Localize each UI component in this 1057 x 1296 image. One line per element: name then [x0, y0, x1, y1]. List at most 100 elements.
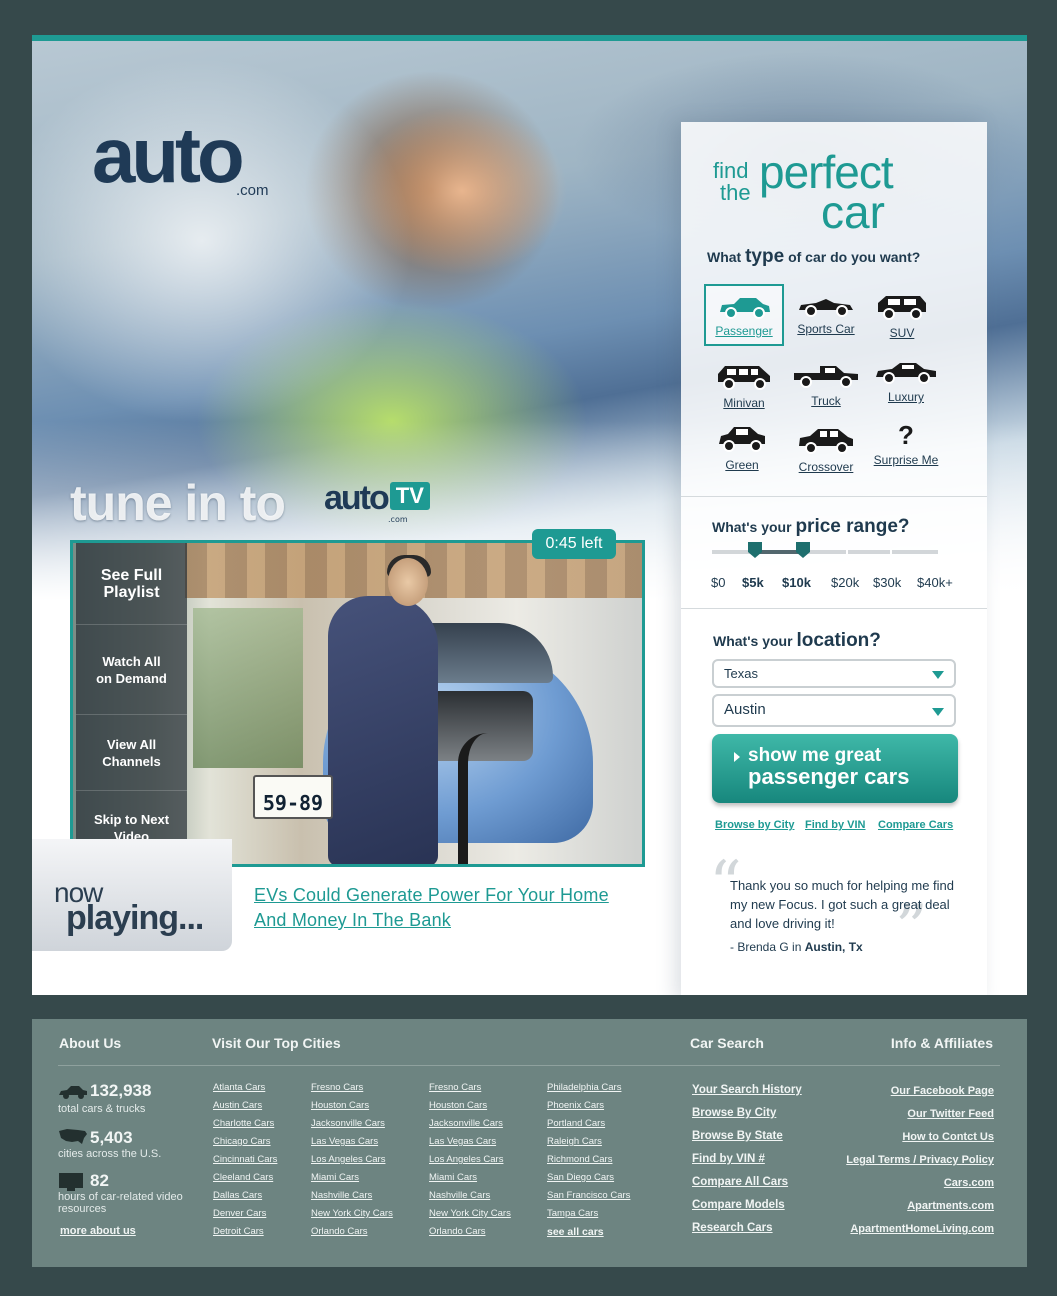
video-menu-channels[interactable]: View All Channels [76, 715, 187, 791]
finder-divider [681, 496, 987, 497]
price-range-slider[interactable] [712, 542, 938, 558]
city-link[interactable]: Phoenix Cars [547, 1100, 604, 1111]
price-label-40k: $40k+ [917, 575, 953, 590]
city-link[interactable]: Orlando Cars [311, 1226, 368, 1237]
city-link[interactable]: Fresno Cars [311, 1082, 363, 1093]
car-type-label: SUV [889, 326, 915, 340]
city-link[interactable]: Orlando Cars [429, 1226, 486, 1237]
type-question-post: of car do you want? [788, 249, 921, 265]
city-link[interactable]: Atlanta Cars [213, 1082, 265, 1093]
video-menu-playlist[interactable]: See Full Playlist [76, 543, 187, 625]
contact-link[interactable]: How to Contct Us [902, 1131, 994, 1143]
location-question-strong: location [796, 630, 870, 651]
car-type-surprise-me[interactable]: ? Surprise Me [866, 416, 946, 478]
city-link[interactable]: Portland Cars [547, 1118, 605, 1129]
browse-by-state-link[interactable]: Browse By State [692, 1130, 783, 1142]
video-menu-on-demand[interactable]: Watch All on Demand [76, 625, 187, 715]
car-type-truck[interactable]: Truck [786, 354, 866, 416]
city-link[interactable]: Austin Cars [213, 1100, 262, 1111]
city-link[interactable]: Denver Cars [213, 1208, 266, 1219]
car-type-green[interactable]: Green [702, 416, 782, 478]
city-link[interactable]: New York City Cars [311, 1208, 393, 1219]
city-link[interactable]: Nashville Cars [311, 1190, 372, 1201]
site-logo[interactable]: auto .com [92, 116, 292, 206]
video-player[interactable]: 59-89 See Full Playlist Watch All on Dem… [70, 540, 645, 867]
cars-com-link[interactable]: Cars.com [944, 1177, 994, 1189]
facebook-link[interactable]: Our Facebook Page [891, 1085, 994, 1097]
city-link[interactable]: Dallas Cars [213, 1190, 262, 1201]
show-cars-button[interactable]: show me great passenger cars [712, 734, 958, 803]
city-link[interactable]: Charlotte Cars [213, 1118, 274, 1129]
finder-title-car: car [821, 186, 885, 238]
city-link[interactable]: Houston Cars [311, 1100, 369, 1111]
car-type-sports-car[interactable]: Sports Car [786, 284, 866, 346]
city-link[interactable]: Las Vegas Cars [311, 1136, 378, 1147]
car-type-passenger[interactable]: Passenger [704, 284, 784, 346]
footer-heading-cities: Visit Our Top Cities [212, 1035, 341, 1051]
city-link[interactable]: Nashville Cars [429, 1190, 490, 1201]
search-history-link[interactable]: Your Search History [692, 1084, 802, 1096]
find-by-vin-footer-link[interactable]: Find by VIN # [692, 1153, 765, 1165]
car-type-minivan[interactable]: Minivan [704, 354, 784, 416]
compare-models-link[interactable]: Compare Models [692, 1199, 785, 1211]
more-about-us-link[interactable]: more about us [60, 1225, 136, 1237]
city-link[interactable]: Los Angeles Cars [311, 1154, 385, 1165]
city-link[interactable]: Richmond Cars [547, 1154, 612, 1165]
apartmenthomeliving-link[interactable]: ApartmentHomeLiving.com [850, 1223, 994, 1235]
apartments-com-link[interactable]: Apartments.com [907, 1200, 994, 1212]
location-question-pre: What's your [713, 633, 793, 649]
city-link[interactable]: Houston Cars [429, 1100, 487, 1111]
city-link[interactable]: Los Angeles Cars [429, 1154, 503, 1165]
city-link[interactable]: Miami Cars [311, 1172, 359, 1183]
truck-icon [794, 366, 858, 388]
research-cars-link[interactable]: Research Cars [692, 1222, 773, 1234]
stat-cars-label: total cars & trucks [58, 1103, 146, 1115]
city-link[interactable]: San Francisco Cars [547, 1190, 630, 1201]
autotv-logo[interactable]: auto TV [324, 479, 430, 518]
car-type-label: Crossover [798, 460, 854, 474]
car-type-crossover[interactable]: Crossover [786, 418, 866, 480]
city-link[interactable]: Fresno Cars [429, 1082, 481, 1093]
city-select[interactable]: Austin [712, 694, 956, 727]
autotv-logo-tv: TV [389, 482, 430, 510]
city-link[interactable]: Raleigh Cars [547, 1136, 602, 1147]
compare-all-cars-link[interactable]: Compare All Cars [692, 1176, 788, 1188]
browse-by-city-link[interactable]: Browse by City [715, 819, 794, 831]
find-by-vin-link[interactable]: Find by VIN [805, 819, 866, 831]
city-link[interactable]: Cleeland Cars [213, 1172, 273, 1183]
autotv-logo-word: auto [324, 479, 390, 517]
city-link[interactable]: Miami Cars [429, 1172, 477, 1183]
testimonial-author-name: - Brenda G in [730, 940, 802, 954]
see-all-cars-link[interactable]: see all cars [547, 1226, 604, 1238]
now-playing-label-bottom: playing... [66, 899, 204, 937]
city-link[interactable]: Tampa Cars [547, 1208, 598, 1219]
city-link[interactable]: Cincinnati Cars [213, 1154, 277, 1165]
city-link[interactable]: Detroit Cars [213, 1226, 264, 1237]
city-link[interactable]: San Diego Cars [547, 1172, 614, 1183]
city-link[interactable]: Philadelphia Cars [547, 1082, 621, 1093]
chevron-down-icon [932, 708, 944, 716]
chevron-down-icon [932, 671, 944, 679]
car-type-luxury[interactable]: Luxury [866, 352, 946, 414]
city-link[interactable]: Jacksonville Cars [311, 1118, 385, 1129]
price-min-handle[interactable] [748, 542, 762, 558]
price-max-handle[interactable] [796, 542, 810, 558]
man-head [388, 558, 428, 606]
car-type-suv[interactable]: SUV [862, 284, 942, 346]
video-man [313, 555, 438, 864]
city-link[interactable]: New York City Cars [429, 1208, 511, 1219]
browse-by-city-footer-link[interactable]: Browse By City [692, 1107, 776, 1119]
city-link[interactable]: Las Vegas Cars [429, 1136, 496, 1147]
legal-privacy-link[interactable]: Legal Terms / Privacy Policy [846, 1154, 994, 1166]
now-playing-title-link[interactable]: EVs Could Generate Power For Your Home A… [254, 883, 634, 933]
twitter-link[interactable]: Our Twitter Feed [907, 1108, 994, 1120]
compare-cars-link[interactable]: Compare Cars [878, 819, 953, 831]
state-select[interactable]: Texas [712, 659, 956, 688]
video-garden [193, 608, 303, 768]
crossover-icon [799, 429, 853, 454]
car-type-label: Green [725, 458, 759, 472]
type-question: What type of car do you want? [707, 246, 920, 268]
city-link[interactable]: Jacksonville Cars [429, 1118, 503, 1129]
autotv-logo-suffix: .com [388, 515, 408, 524]
city-link[interactable]: Chicago Cars [213, 1136, 271, 1147]
